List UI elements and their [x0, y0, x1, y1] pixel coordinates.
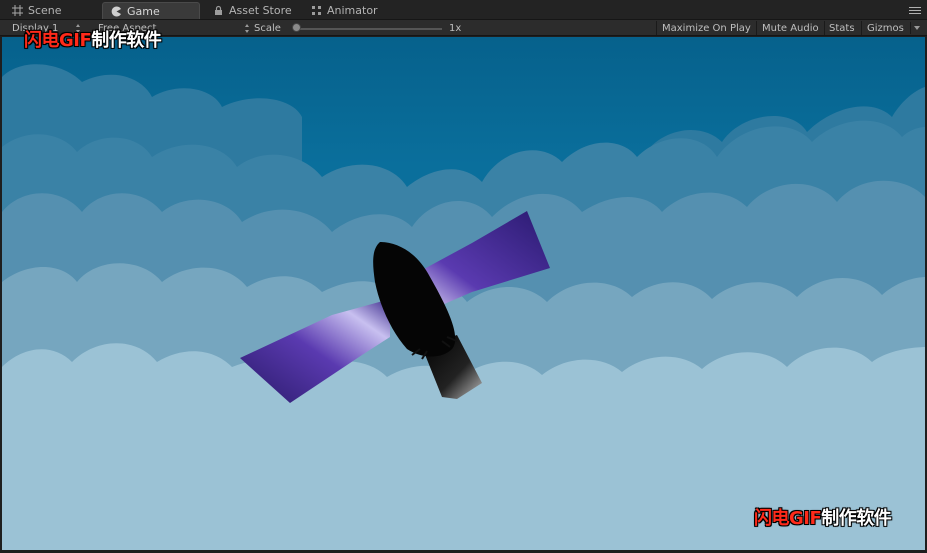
game-viewport[interactable] — [2, 37, 925, 550]
tab-animator[interactable]: Animator — [303, 2, 386, 19]
tab-scene[interactable]: Scene — [4, 2, 70, 19]
watermark-white-text: 制作软件 — [91, 30, 162, 51]
editor-tab-bar: Scene Game Asset Store Animator — [0, 0, 927, 20]
maximize-on-play-toggle[interactable]: Maximize On Play — [662, 21, 751, 35]
animator-icon — [311, 5, 322, 16]
tab-asset-store[interactable]: Asset Store — [205, 2, 300, 19]
tab-game[interactable]: Game — [102, 2, 200, 19]
tab-animator-label: Animator — [327, 4, 378, 17]
mute-audio-label: Mute Audio — [762, 22, 819, 34]
grid-icon — [12, 5, 23, 16]
watermark-top-left: 闪电GIF制作软件 — [24, 26, 162, 52]
watermark-white-text: 制作软件 — [821, 508, 892, 529]
scale-control: Scale — [245, 21, 281, 35]
tab-game-label: Game — [127, 4, 160, 18]
watermark-bottom-right: 闪电GIF制作软件 — [754, 504, 892, 530]
stats-toggle[interactable]: Stats — [829, 21, 855, 35]
gizmos-label: Gizmos — [867, 22, 904, 34]
tab-menu-icon[interactable] — [909, 5, 921, 15]
mute-audio-toggle[interactable]: Mute Audio — [762, 21, 819, 35]
lock-icon — [213, 5, 224, 16]
tab-scene-label: Scene — [28, 4, 62, 17]
watermark-red-text: 闪电GIF — [754, 508, 822, 529]
pacman-icon — [111, 6, 122, 17]
watermark-red-text: 闪电GIF — [24, 30, 92, 51]
chevron-down-icon — [913, 26, 920, 30]
scale-label: Scale — [254, 22, 281, 34]
tab-asset-store-label: Asset Store — [229, 4, 292, 17]
gizmos-dropdown[interactable]: Gizmos — [867, 21, 920, 35]
updown-arrows-icon — [245, 23, 250, 33]
stats-label: Stats — [829, 22, 855, 34]
scale-slider-track[interactable] — [296, 28, 442, 30]
scale-slider-thumb[interactable] — [292, 23, 301, 32]
game-scene — [2, 37, 925, 550]
maximize-on-play-label: Maximize On Play — [662, 22, 751, 34]
scale-value: 1x — [449, 22, 462, 34]
